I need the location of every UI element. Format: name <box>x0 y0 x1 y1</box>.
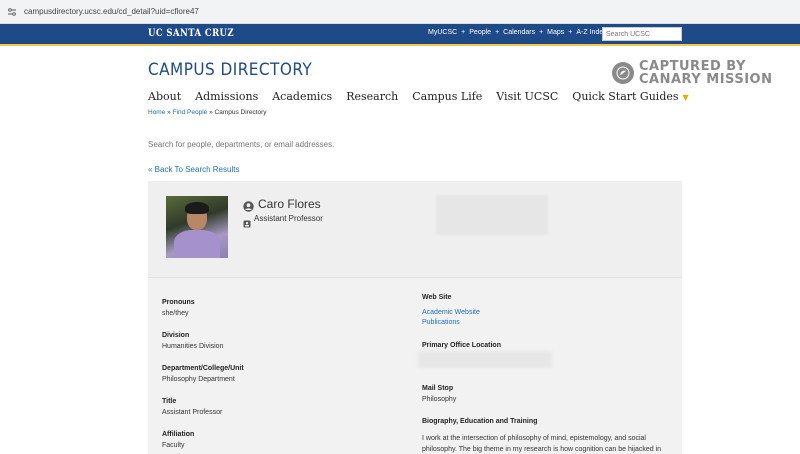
top-link-separator: + <box>539 29 544 36</box>
nav-item-academics[interactable]: Academics <box>272 90 332 103</box>
ucsc-top-bar: UC SANTA CRUZ MyUCSC + People + Calendar… <box>0 24 800 46</box>
page-title[interactable]: CAMPUS DIRECTORY <box>148 60 312 80</box>
profile-panel: Caro Flores Assistant Professor Pronouns… <box>148 181 682 454</box>
biography-text: I work at the intersection of philosophy… <box>422 435 662 453</box>
redacted-contact-block <box>436 195 548 235</box>
nav-item-quick-start-label: Quick Start Guides <box>572 90 679 103</box>
photo-hair-shape <box>185 202 209 214</box>
breadcrumb-separator: » <box>209 109 213 116</box>
profile-title: Assistant Professor <box>254 214 323 223</box>
breadcrumb-find-people[interactable]: Find People <box>173 109 208 116</box>
top-link-separator: + <box>568 29 573 36</box>
breadcrumb: Home » Find People » Campus Directory <box>148 109 267 116</box>
profile-title-row: Assistant Professor <box>243 214 323 227</box>
profile-name-row: Caro Flores <box>243 197 321 212</box>
browser-address-bar[interactable]: campusdirectory.ucsc.edu/cd_detail?uid=c… <box>0 0 800 24</box>
department-value: Philosophy Department <box>162 376 235 383</box>
nav-item-about[interactable]: About <box>148 90 181 103</box>
photo-body-shape <box>174 230 220 258</box>
profile-name: Caro Flores <box>258 197 321 211</box>
directory-search-input[interactable] <box>148 138 478 150</box>
url-text[interactable]: campusdirectory.ucsc.edu/cd_detail?uid=c… <box>24 7 199 16</box>
affiliation-value: Faculty <box>162 442 185 449</box>
top-link-separator: + <box>495 29 500 36</box>
back-to-results-link[interactable]: « Back To Search Results <box>148 165 239 174</box>
department-label: Department/College/Unit <box>162 365 244 372</box>
office-location-label: Primary Office Location <box>422 342 501 349</box>
website-label: Web Site <box>422 294 452 301</box>
pronouns-label: Pronouns <box>162 299 195 306</box>
canary-mission-watermark: CAPTURED BY CANARY MISSION <box>612 60 772 86</box>
title-value: Assistant Professor <box>162 409 223 416</box>
site-settings-icon[interactable] <box>6 6 18 18</box>
top-link-maps[interactable]: Maps <box>547 29 564 36</box>
main-navigation: About Admissions Academics Research Camp… <box>148 90 689 103</box>
watermark-line-2: CANARY MISSION <box>639 72 773 87</box>
mail-stop-label: Mail Stop <box>422 385 454 392</box>
mail-stop-value: Philosophy <box>422 396 457 403</box>
nav-item-research[interactable]: Research <box>346 90 398 103</box>
academic-website-link[interactable]: Academic Website <box>422 309 480 316</box>
biography-label: Biography, Education and Training <box>422 418 538 425</box>
division-value: Humanities Division <box>162 343 224 350</box>
ucsc-logo[interactable]: UC SANTA CRUZ <box>148 28 234 39</box>
id-badge-icon <box>243 215 251 227</box>
breadcrumb-home[interactable]: Home <box>148 109 165 116</box>
nav-item-admissions[interactable]: Admissions <box>195 90 258 103</box>
top-link-people[interactable]: People <box>469 29 491 36</box>
nav-item-visit-ucsc[interactable]: Visit UCSC <box>496 90 558 103</box>
chevron-down-icon: ▼ <box>682 93 689 102</box>
ucsc-search-input[interactable] <box>602 27 682 41</box>
canary-bird-icon <box>612 62 634 84</box>
publications-link[interactable]: Publications <box>422 319 460 326</box>
top-link-separator: + <box>461 29 466 36</box>
top-link-calendars[interactable]: Calendars <box>503 29 535 36</box>
top-link-myucsc[interactable]: MyUCSC <box>428 29 457 36</box>
profile-photo <box>166 196 228 258</box>
division-label: Division <box>162 332 190 339</box>
affiliation-label: Affiliation <box>162 431 195 438</box>
top-links: MyUCSC + People + Calendars + Maps + A-Z… <box>428 29 607 36</box>
title-label: Title <box>162 398 177 405</box>
breadcrumb-separator: » <box>167 109 171 116</box>
breadcrumb-current: Campus Directory <box>214 109 267 116</box>
redacted-office-location <box>418 351 552 368</box>
user-circle-icon <box>243 199 254 212</box>
nav-item-quick-start-guides[interactable]: Quick Start Guides ▼ <box>572 90 688 103</box>
profile-header: Caro Flores Assistant Professor <box>148 181 682 278</box>
pronouns-value: she/they <box>162 310 189 317</box>
nav-item-campus-life[interactable]: Campus Life <box>412 90 482 103</box>
